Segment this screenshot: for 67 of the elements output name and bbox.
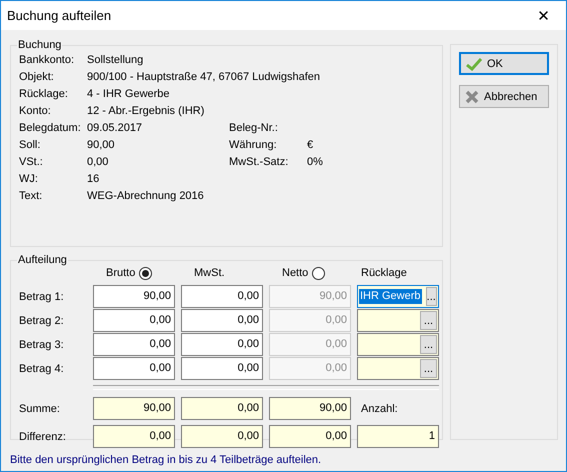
field-label: Soll: [19,138,42,153]
ok-button[interactable]: OK [459,52,549,75]
input-field[interactable]: 0,00 [181,309,263,332]
browse-button[interactable]: ... [420,335,437,354]
input-field[interactable]: 0,00 [181,357,263,380]
field-label: MwSt.-Satz: [229,155,290,170]
column-header: Rücklage [361,267,407,279]
field-value: € [307,138,314,153]
reserve-field[interactable]: ... [357,333,439,356]
radio-button[interactable] [139,266,152,280]
group-title: Aufteilung [17,254,68,266]
total-field: 0,00 [269,425,351,448]
close-button[interactable]: ✕ [521,1,566,30]
row-label: Betrag 3: [19,338,65,350]
total-field: 90,00 [269,397,351,420]
input-field[interactable]: 0,00 [93,333,175,356]
row-label: Betrag 4: [19,362,65,374]
row-label: Summe: [19,402,61,414]
field-value: 09.05.2017 [87,121,144,136]
field-label: Beleg-Nr.: [229,121,279,136]
column-header: MwSt. [194,267,225,279]
field-value: 4 - IHR Gewerbe [87,87,171,102]
column-header: Netto [282,267,308,279]
cross-icon [465,90,479,104]
input-field[interactable]: 0,00 [181,333,263,356]
field-label: Währung: [229,138,278,153]
checkmark-icon [466,56,482,70]
field-value: 16 [87,172,100,187]
input-field[interactable]: 0,00 [93,357,175,380]
field-label: VSt.: [19,155,44,170]
field-value: WEG-Abrechnung 2016 [87,189,205,204]
total-field: 0,00 [181,397,263,420]
window-title: Buchung aufteilen [7,8,112,23]
input-field[interactable]: 90,00 [93,285,175,308]
field-value: Sollstellung [87,53,144,68]
row-label: Betrag 1: [19,290,65,302]
field-value: 90,00 [87,138,116,153]
field-label: Rücklage: [19,87,69,102]
status-message: Bitte den ursprünglichen Betrag in bis zu 4 Teilbeträge aufteilen. [9,453,322,468]
column-header: Brutto [106,267,136,279]
field-value: 0% [307,155,324,170]
cancel-button[interactable]: Abbrechen [459,85,549,108]
reserve-field[interactable]: ... [357,309,439,332]
field-label: WJ: [19,172,39,187]
group-title: Buchung [17,39,62,51]
input-field[interactable]: 0,00 [181,285,263,308]
row-label: Differenz: [19,430,67,442]
field-label: Belegdatum: [19,121,82,136]
field-value: 900/100 - Hauptstraße 47, 67067 Ludwigshafen [87,70,321,85]
total-field: 0,00 [93,425,175,448]
count-field: 1 [357,425,439,448]
row-label: Betrag 2: [19,314,65,326]
field-label: Bankkonto: [19,53,76,68]
total-field: 0,00 [181,425,263,448]
field-value: 12 - Abr.-Ergebnis (IHR) [87,104,206,119]
reserve-field[interactable]: ... [357,357,439,380]
browse-button[interactable]: ... [420,359,437,378]
browse-button[interactable]: ... [426,287,437,306]
field-label: Text: [19,189,44,204]
field-value: 0,00 [87,155,110,170]
input-field[interactable]: 0,00 [93,309,175,332]
total-field: 90,00 [93,397,175,420]
field-label: Konto: [19,104,52,119]
field-label: Objekt: [19,70,55,85]
count-label: Anzahl: [360,402,399,414]
browse-button[interactable]: ... [420,311,437,330]
reserve-field[interactable]: IHR Gewerb ... [357,285,439,308]
